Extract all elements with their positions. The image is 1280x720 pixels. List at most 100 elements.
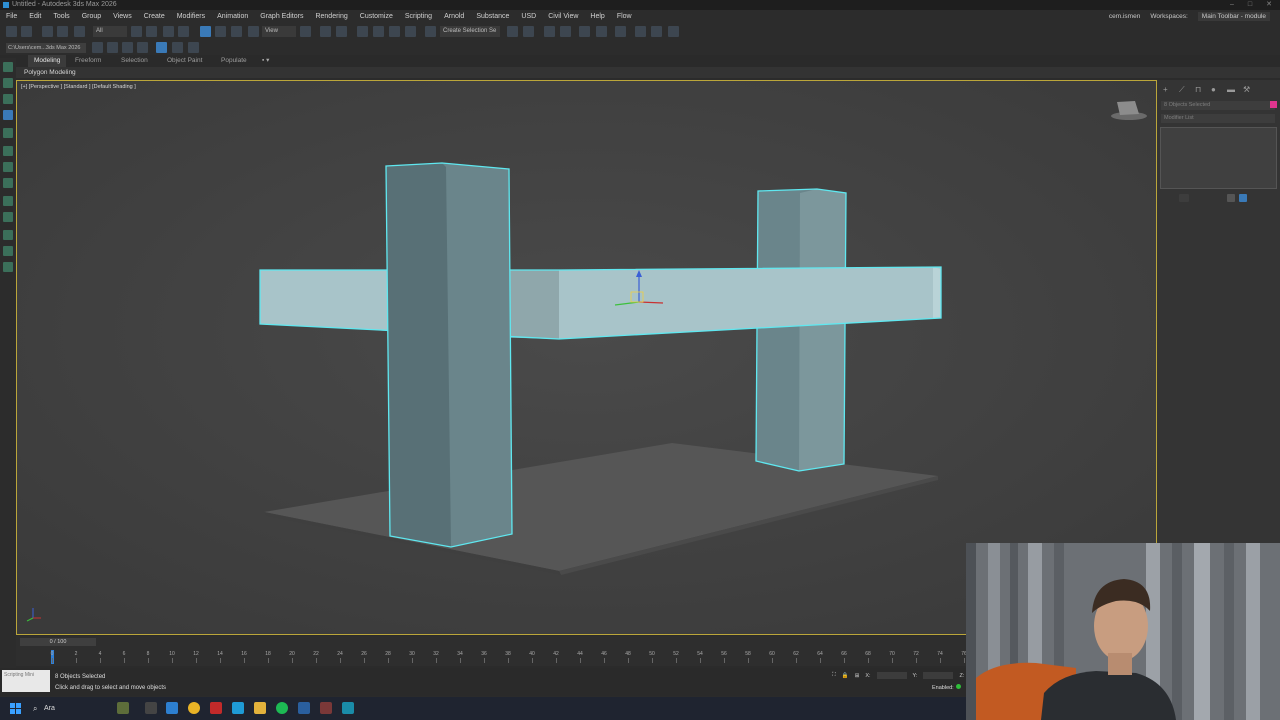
undo-icon[interactable] bbox=[6, 26, 17, 37]
x-coord-field[interactable] bbox=[876, 672, 907, 679]
mirror-icon[interactable] bbox=[507, 26, 518, 37]
viewport-label[interactable]: [+] [Perspective ] [Standard ] [Default … bbox=[21, 84, 136, 90]
percent-snap-icon[interactable] bbox=[389, 26, 400, 37]
manipulate-icon[interactable] bbox=[320, 26, 331, 37]
unlink-icon[interactable] bbox=[57, 26, 68, 37]
spacewarps-icon[interactable] bbox=[3, 230, 13, 240]
transform-mode-icon[interactable]: ⊞ bbox=[855, 673, 860, 679]
rendered-frame-icon[interactable] bbox=[651, 26, 662, 37]
hierarchy-icon[interactable] bbox=[3, 94, 13, 104]
utilities-icon[interactable] bbox=[3, 162, 13, 172]
window-crossing-icon[interactable] bbox=[178, 26, 189, 37]
close-icon[interactable]: ✕ bbox=[1266, 0, 1272, 10]
tab-selection[interactable]: Selection bbox=[121, 55, 148, 67]
time-slider[interactable]: 0 / 100 bbox=[20, 638, 96, 646]
rect-selection-icon[interactable] bbox=[163, 26, 174, 37]
user-account[interactable]: cem.ismen bbox=[1109, 10, 1140, 23]
select-move-icon[interactable] bbox=[200, 26, 211, 37]
task-view-icon[interactable] bbox=[145, 702, 157, 714]
edit-named-sel-icon[interactable] bbox=[425, 26, 436, 37]
menu-usd[interactable]: USD bbox=[521, 10, 536, 23]
material-editor-icon[interactable] bbox=[615, 26, 626, 37]
export-icon[interactable] bbox=[137, 42, 148, 53]
pin-stack-icon[interactable] bbox=[1179, 194, 1189, 202]
ref-coord-dropdown[interactable]: View bbox=[262, 26, 296, 37]
create-icon[interactable] bbox=[3, 62, 13, 72]
select-tool-icon[interactable] bbox=[3, 110, 13, 120]
menu-modifiers[interactable]: Modifiers bbox=[177, 10, 205, 23]
ribbon-options-icon[interactable]: ▪ ▾ bbox=[262, 55, 269, 67]
link-icon[interactable] bbox=[42, 26, 53, 37]
menu-edit[interactable]: Edit bbox=[29, 10, 41, 23]
menu-views[interactable]: Views bbox=[113, 10, 132, 23]
selection-filter-dropdown[interactable]: All bbox=[93, 26, 127, 37]
maximize-icon[interactable]: □ bbox=[1248, 0, 1252, 10]
configure-sets-icon[interactable] bbox=[1239, 194, 1247, 202]
workspace-dropdown[interactable]: Main Toolbar - module bbox=[1197, 12, 1270, 21]
redo-icon[interactable] bbox=[21, 26, 32, 37]
right-post[interactable] bbox=[755, 188, 847, 472]
modifier-stack[interactable] bbox=[1160, 127, 1277, 189]
menu-substance[interactable]: Substance bbox=[476, 10, 509, 23]
refresh-icon[interactable] bbox=[188, 42, 199, 53]
taskbar-search[interactable]: ⌕ Ara bbox=[30, 702, 110, 715]
opera-icon[interactable] bbox=[210, 702, 222, 714]
curve-editor-icon[interactable] bbox=[579, 26, 590, 37]
modifier-list-dropdown[interactable]: Modifier List bbox=[1161, 114, 1275, 123]
render-setup-icon[interactable] bbox=[635, 26, 646, 37]
menu-file[interactable]: File bbox=[6, 10, 17, 23]
motion-tab-icon[interactable]: ● bbox=[1211, 86, 1219, 94]
windows-start-icon[interactable] bbox=[10, 703, 21, 714]
settings-icon[interactable] bbox=[172, 42, 183, 53]
chrome-icon[interactable] bbox=[188, 702, 200, 714]
minimize-icon[interactable]: – bbox=[1230, 0, 1234, 10]
pivot-center-icon[interactable] bbox=[300, 26, 311, 37]
layer-explorer-icon[interactable] bbox=[560, 26, 571, 37]
create-tab-icon[interactable]: + bbox=[1163, 86, 1171, 94]
create-selection-set-dropdown[interactable]: Create Selection Se bbox=[440, 26, 500, 37]
object-color-swatch[interactable] bbox=[1270, 101, 1277, 108]
tab-object-paint[interactable]: Object Paint bbox=[167, 55, 202, 67]
display-icon[interactable] bbox=[3, 146, 13, 156]
left-post[interactable] bbox=[385, 162, 513, 548]
spotify-icon[interactable] bbox=[276, 702, 288, 714]
file-explorer-icon[interactable] bbox=[254, 702, 266, 714]
spinner-snap-icon[interactable] bbox=[405, 26, 416, 37]
scene-explorer-icon[interactable] bbox=[544, 26, 555, 37]
menu-help[interactable]: Help bbox=[590, 10, 604, 23]
menu-group[interactable]: Group bbox=[82, 10, 101, 23]
y-coord-field[interactable] bbox=[923, 672, 954, 679]
cameras-icon[interactable] bbox=[3, 196, 13, 206]
3dsmax-taskbar-icon[interactable] bbox=[342, 702, 354, 714]
menu-civil-view[interactable]: Civil View bbox=[548, 10, 578, 23]
systems-icon[interactable] bbox=[3, 246, 13, 256]
tab-populate[interactable]: Populate bbox=[221, 55, 247, 67]
menu-rendering[interactable]: Rendering bbox=[315, 10, 347, 23]
menu-flow[interactable]: Flow bbox=[617, 10, 632, 23]
select-by-name-icon[interactable] bbox=[146, 26, 157, 37]
edge-icon[interactable] bbox=[232, 702, 244, 714]
select-place-icon[interactable] bbox=[248, 26, 259, 37]
tab-freeform[interactable]: Freeform bbox=[75, 55, 101, 67]
keyboard-shortcut-icon[interactable] bbox=[336, 26, 347, 37]
steam-icon[interactable] bbox=[298, 702, 310, 714]
display-tab-icon[interactable]: ▬ bbox=[1227, 86, 1235, 94]
select-rotate-icon[interactable] bbox=[215, 26, 226, 37]
helpers-icon[interactable] bbox=[3, 212, 13, 222]
project-path-field[interactable]: C:\Users\cem...3ds Max 2026 bbox=[6, 43, 86, 53]
menu-arnold[interactable]: Arnold bbox=[444, 10, 464, 23]
save-icon[interactable] bbox=[107, 42, 118, 53]
remove-modifier-icon[interactable] bbox=[1227, 194, 1235, 202]
menu-graph-editors[interactable]: Graph Editors bbox=[260, 10, 303, 23]
time-track[interactable]: 0 2 4 6 8 10 12 14 16 18 20 22 24 26 28 30 32 34 36 38 40 42 4… bbox=[20, 650, 967, 664]
menu-tools[interactable]: Tools bbox=[53, 10, 69, 23]
render-production-icon[interactable] bbox=[668, 26, 679, 37]
open-icon[interactable] bbox=[122, 42, 133, 53]
schematic-view-icon[interactable] bbox=[596, 26, 607, 37]
lights-icon[interactable] bbox=[3, 178, 13, 188]
angle-snap-icon[interactable] bbox=[373, 26, 384, 37]
snaps-toggle-icon[interactable] bbox=[357, 26, 368, 37]
menu-scripting[interactable]: Scripting bbox=[405, 10, 432, 23]
mail-app-icon[interactable] bbox=[166, 702, 178, 714]
menu-customize[interactable]: Customize bbox=[360, 10, 393, 23]
